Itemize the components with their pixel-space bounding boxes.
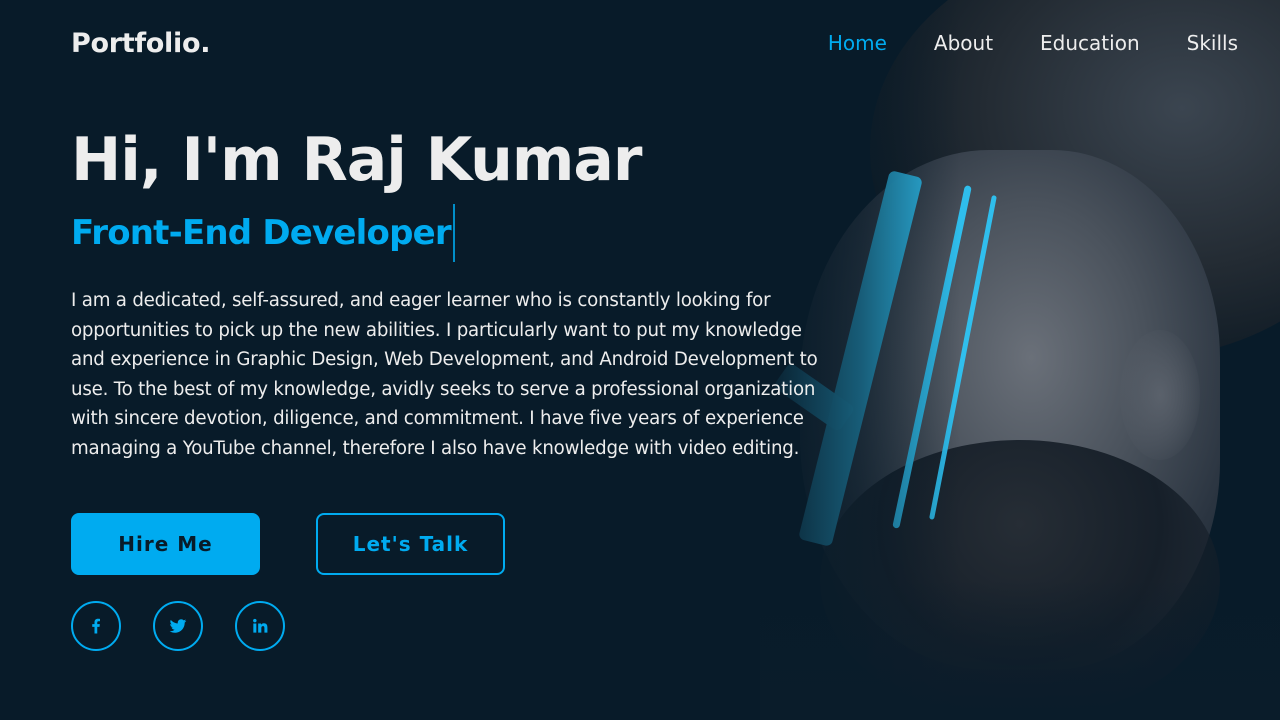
hire-me-button[interactable]: Hire Me [71,513,260,575]
social-links [71,601,851,651]
twitter-link[interactable] [153,601,203,651]
linkedin-link[interactable] [235,601,285,651]
logo[interactable]: Portfolio. [71,28,210,59]
hero-greeting: Hi, I'm Raj Kumar [71,125,642,195]
facebook-link[interactable] [71,601,121,651]
hero-section: Hi, I'm Raj Kumar Front-End Developer I … [71,120,851,651]
hero-role: Front-End Developer [71,213,452,253]
cta-buttons: Hire Me Let's Talk [71,513,851,575]
hero-bio: I am a dedicated, self-assured, and eage… [71,290,818,459]
typing-cursor [452,204,455,262]
facebook-icon [92,618,100,634]
twitter-icon [169,619,187,633]
lets-talk-button[interactable]: Let's Talk [316,513,505,575]
nav-home[interactable]: Home [828,31,887,55]
portrait-ear [1120,330,1200,460]
nav-skills[interactable]: Skills [1187,31,1238,55]
site-header: Portfolio. Home About Education Skills [0,0,1280,86]
linkedin-icon [253,618,268,633]
nav-about[interactable]: About [934,31,993,55]
nav-education[interactable]: Education [1040,31,1140,55]
main-nav: Home About Education Skills [828,31,1238,55]
role-line: Front-End Developer [71,202,851,264]
